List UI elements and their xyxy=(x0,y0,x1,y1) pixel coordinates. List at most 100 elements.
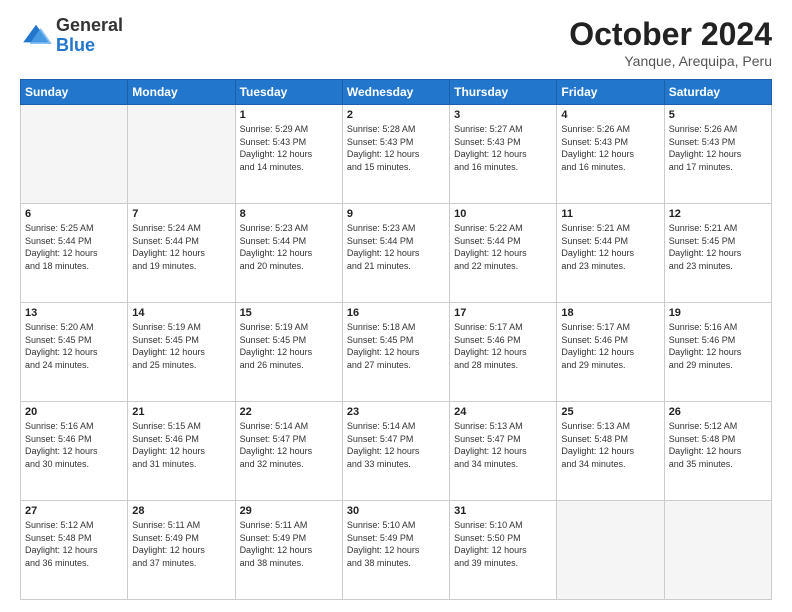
day-number: 3 xyxy=(454,109,552,121)
day-info: Sunrise: 5:14 AMSunset: 5:47 PMDaylight:… xyxy=(347,420,445,470)
page: General Blue October 2024 Yanque, Arequi… xyxy=(0,0,792,612)
day-number: 14 xyxy=(132,307,230,319)
day-number: 27 xyxy=(25,505,123,517)
weekday-header: Thursday xyxy=(450,80,557,105)
calendar-day-cell: 30 Sunrise: 5:10 AMSunset: 5:49 PMDayligh… xyxy=(342,501,449,600)
day-info: Sunrise: 5:29 AMSunset: 5:43 PMDaylight:… xyxy=(240,123,338,173)
calendar-day-cell: 25 Sunrise: 5:13 AMSunset: 5:48 PMDayligh… xyxy=(557,402,664,501)
calendar-week-row: 1 Sunrise: 5:29 AMSunset: 5:43 PMDaylight… xyxy=(21,105,772,204)
day-info: Sunrise: 5:21 AMSunset: 5:44 PMDaylight:… xyxy=(561,222,659,272)
calendar-day-cell xyxy=(128,105,235,204)
day-info: Sunrise: 5:12 AMSunset: 5:48 PMDaylight:… xyxy=(669,420,767,470)
day-info: Sunrise: 5:25 AMSunset: 5:44 PMDaylight:… xyxy=(25,222,123,272)
day-number: 15 xyxy=(240,307,338,319)
day-number: 10 xyxy=(454,208,552,220)
calendar-day-cell: 18 Sunrise: 5:17 AMSunset: 5:46 PMDayligh… xyxy=(557,303,664,402)
day-number: 29 xyxy=(240,505,338,517)
day-number: 12 xyxy=(669,208,767,220)
logo-text: General Blue xyxy=(56,16,123,56)
day-number: 20 xyxy=(25,406,123,418)
weekday-header: Friday xyxy=(557,80,664,105)
weekday-header: Sunday xyxy=(21,80,128,105)
logo-blue-label: Blue xyxy=(56,36,123,56)
calendar-day-cell: 28 Sunrise: 5:11 AMSunset: 5:49 PMDayligh… xyxy=(128,501,235,600)
calendar-day-cell: 22 Sunrise: 5:14 AMSunset: 5:47 PMDayligh… xyxy=(235,402,342,501)
day-info: Sunrise: 5:13 AMSunset: 5:47 PMDaylight:… xyxy=(454,420,552,470)
day-number: 25 xyxy=(561,406,659,418)
calendar-day-cell: 9Sunrise: 5:23 AMSunset: 5:44 PMDaylight… xyxy=(342,204,449,303)
day-info: Sunrise: 5:19 AMSunset: 5:45 PMDaylight:… xyxy=(240,321,338,371)
calendar-day-cell: 11Sunrise: 5:21 AMSunset: 5:44 PMDayligh… xyxy=(557,204,664,303)
calendar-day-cell: 14 Sunrise: 5:19 AMSunset: 5:45 PMDayligh… xyxy=(128,303,235,402)
day-info: Sunrise: 5:12 AMSunset: 5:48 PMDaylight:… xyxy=(25,519,123,569)
day-number: 30 xyxy=(347,505,445,517)
day-info: Sunrise: 5:17 AMSunset: 5:46 PMDaylight:… xyxy=(454,321,552,371)
calendar-day-cell: 31 Sunrise: 5:10 AMSunset: 5:50 PMDayligh… xyxy=(450,501,557,600)
day-number: 28 xyxy=(132,505,230,517)
day-number: 1 xyxy=(240,109,338,121)
day-number: 24 xyxy=(454,406,552,418)
calendar-day-cell: 20 Sunrise: 5:16 AMSunset: 5:46 PMDayligh… xyxy=(21,402,128,501)
day-info: Sunrise: 5:10 AMSunset: 5:49 PMDaylight:… xyxy=(347,519,445,569)
day-info: Sunrise: 5:10 AMSunset: 5:50 PMDaylight:… xyxy=(454,519,552,569)
day-number: 7 xyxy=(132,208,230,220)
weekday-header: Monday xyxy=(128,80,235,105)
calendar-table: SundayMondayTuesdayWednesdayThursdayFrid… xyxy=(20,79,772,600)
day-number: 13 xyxy=(25,307,123,319)
day-number: 6 xyxy=(25,208,123,220)
day-number: 31 xyxy=(454,505,552,517)
day-info: Sunrise: 5:14 AMSunset: 5:47 PMDaylight:… xyxy=(240,420,338,470)
day-info: Sunrise: 5:17 AMSunset: 5:46 PMDaylight:… xyxy=(561,321,659,371)
calendar-day-cell xyxy=(664,501,771,600)
calendar-day-cell: 6 Sunrise: 5:25 AMSunset: 5:44 PMDaylight… xyxy=(21,204,128,303)
day-number: 23 xyxy=(347,406,445,418)
calendar-week-row: 20 Sunrise: 5:16 AMSunset: 5:46 PMDayligh… xyxy=(21,402,772,501)
calendar-week-row: 13 Sunrise: 5:20 AMSunset: 5:45 PMDayligh… xyxy=(21,303,772,402)
day-number: 4 xyxy=(561,109,659,121)
calendar-day-cell: 27 Sunrise: 5:12 AMSunset: 5:48 PMDayligh… xyxy=(21,501,128,600)
calendar-day-cell xyxy=(557,501,664,600)
day-number: 21 xyxy=(132,406,230,418)
day-info: Sunrise: 5:20 AMSunset: 5:45 PMDaylight:… xyxy=(25,321,123,371)
logo-icon xyxy=(20,20,52,52)
day-info: Sunrise: 5:21 AMSunset: 5:45 PMDaylight:… xyxy=(669,222,767,272)
weekday-header: Saturday xyxy=(664,80,771,105)
day-info: Sunrise: 5:26 AMSunset: 5:43 PMDaylight:… xyxy=(669,123,767,173)
calendar-day-cell: 19Sunrise: 5:16 AMSunset: 5:46 PMDayligh… xyxy=(664,303,771,402)
day-info: Sunrise: 5:26 AMSunset: 5:43 PMDaylight:… xyxy=(561,123,659,173)
calendar-week-row: 27 Sunrise: 5:12 AMSunset: 5:48 PMDayligh… xyxy=(21,501,772,600)
calendar-day-cell: 17 Sunrise: 5:17 AMSunset: 5:46 PMDayligh… xyxy=(450,303,557,402)
calendar-day-cell xyxy=(21,105,128,204)
day-number: 19 xyxy=(669,307,767,319)
day-number: 8 xyxy=(240,208,338,220)
calendar-day-cell: 12 Sunrise: 5:21 AMSunset: 5:45 PMDayligh… xyxy=(664,204,771,303)
day-info: Sunrise: 5:28 AMSunset: 5:43 PMDaylight:… xyxy=(347,123,445,173)
day-info: Sunrise: 5:24 AMSunset: 5:44 PMDaylight:… xyxy=(132,222,230,272)
logo: General Blue xyxy=(20,16,123,56)
day-number: 2 xyxy=(347,109,445,121)
day-info: Sunrise: 5:23 AMSunset: 5:44 PMDaylight:… xyxy=(240,222,338,272)
day-info: Sunrise: 5:16 AMSunset: 5:46 PMDaylight:… xyxy=(25,420,123,470)
day-number: 17 xyxy=(454,307,552,319)
calendar-day-cell: 26 Sunrise: 5:12 AMSunset: 5:48 PMDayligh… xyxy=(664,402,771,501)
day-number: 22 xyxy=(240,406,338,418)
day-number: 18 xyxy=(561,307,659,319)
title-block: October 2024 Yanque, Arequipa, Peru xyxy=(569,16,772,69)
day-info: Sunrise: 5:11 AMSunset: 5:49 PMDaylight:… xyxy=(132,519,230,569)
day-info: Sunrise: 5:27 AMSunset: 5:43 PMDaylight:… xyxy=(454,123,552,173)
calendar-day-cell: 24 Sunrise: 5:13 AMSunset: 5:47 PMDayligh… xyxy=(450,402,557,501)
calendar-day-cell: 7 Sunrise: 5:24 AMSunset: 5:44 PMDaylight… xyxy=(128,204,235,303)
day-number: 26 xyxy=(669,406,767,418)
calendar-day-cell: 2 Sunrise: 5:28 AMSunset: 5:43 PMDaylight… xyxy=(342,105,449,204)
calendar-day-cell: 15 Sunrise: 5:19 AMSunset: 5:45 PMDayligh… xyxy=(235,303,342,402)
calendar-day-cell: 29Sunrise: 5:11 AMSunset: 5:49 PMDayligh… xyxy=(235,501,342,600)
day-number: 16 xyxy=(347,307,445,319)
day-info: Sunrise: 5:22 AMSunset: 5:44 PMDaylight:… xyxy=(454,222,552,272)
day-info: Sunrise: 5:19 AMSunset: 5:45 PMDaylight:… xyxy=(132,321,230,371)
title-month: October 2024 xyxy=(569,16,772,53)
calendar-day-cell: 21Sunrise: 5:15 AMSunset: 5:46 PMDayligh… xyxy=(128,402,235,501)
day-number: 9 xyxy=(347,208,445,220)
calendar-day-cell: 5Sunrise: 5:26 AMSunset: 5:43 PMDaylight… xyxy=(664,105,771,204)
day-info: Sunrise: 5:13 AMSunset: 5:48 PMDaylight:… xyxy=(561,420,659,470)
weekday-header: Tuesday xyxy=(235,80,342,105)
